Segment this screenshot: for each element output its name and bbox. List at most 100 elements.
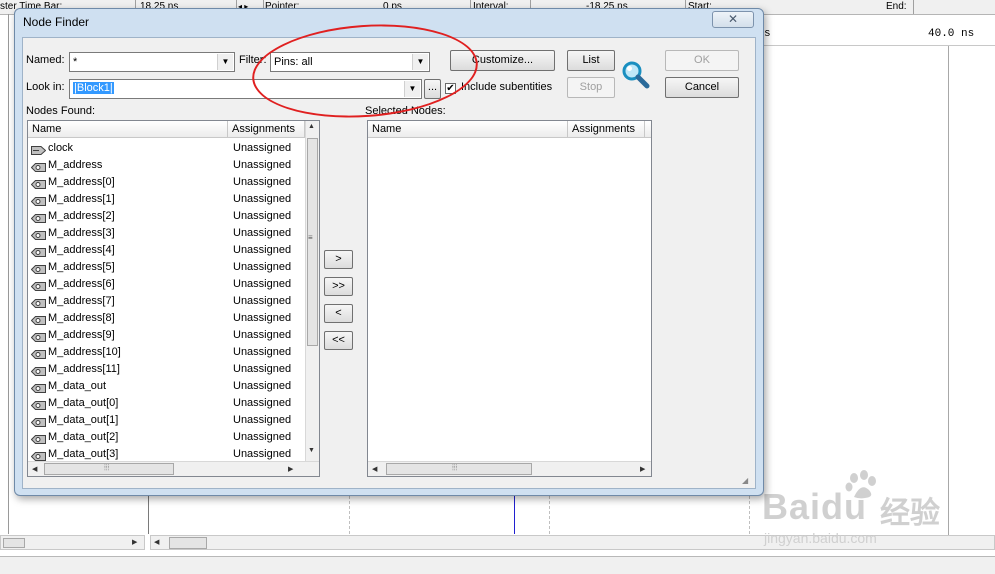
node-name: M_data_out[1] xyxy=(48,414,119,426)
node-pane-divider xyxy=(8,14,9,534)
output-pin-icon xyxy=(30,365,46,376)
output-pin-icon xyxy=(30,178,46,189)
ok-button[interactable]: OK xyxy=(665,50,739,71)
output-pin-icon xyxy=(30,297,46,308)
scroll-left-icon[interactable]: ◀ xyxy=(154,538,159,546)
node-name: M_data_out[2] xyxy=(48,431,119,443)
list-item[interactable]: M_data_out Unassigned xyxy=(28,378,305,395)
output-pin-icon xyxy=(30,229,46,240)
list-item[interactable]: M_address[9] Unassigned xyxy=(28,327,305,344)
nodes-found-hscrollbar[interactable]: ◀ ⦙⦙⦙ ▶ xyxy=(28,461,319,476)
node-name: M_address[0] xyxy=(48,176,115,188)
list-item[interactable]: M_data_out[0] Unassigned xyxy=(28,395,305,412)
scrollbar-thumb[interactable] xyxy=(169,537,207,549)
list-item[interactable]: M_address[5] Unassigned xyxy=(28,259,305,276)
grip-icon: ≡ xyxy=(308,233,313,242)
nodes-found-list[interactable]: Name Assignments clock Unassigned M_addres… xyxy=(27,120,320,477)
list-item[interactable]: M_address[6] Unassigned xyxy=(28,276,305,293)
time-cursor[interactable] xyxy=(514,496,515,534)
list-item[interactable]: M_address[11] Unassigned xyxy=(28,361,305,378)
node-assignment: Unassigned xyxy=(233,176,292,188)
grip-icon: ⦙⦙⦙ xyxy=(104,463,110,472)
list-item[interactable]: M_address[3] Unassigned xyxy=(28,225,305,242)
list-item[interactable]: M_address[2] Unassigned xyxy=(28,208,305,225)
column-header-overflow[interactable] xyxy=(645,121,651,138)
scroll-right-icon[interactable]: ▶ xyxy=(132,538,137,546)
search-icon xyxy=(621,60,651,90)
remove-all-button[interactable]: << xyxy=(324,331,353,350)
ruler-tick-label: s xyxy=(764,28,771,40)
waveform-gridline xyxy=(349,496,350,534)
node-name: M_address[7] xyxy=(48,295,115,307)
scroll-right-icon[interactable]: ▶ xyxy=(640,465,645,473)
list-item[interactable]: M_address[0] Unassigned xyxy=(28,174,305,191)
node-name: M_address[2] xyxy=(48,210,115,222)
column-header-assignments[interactable]: Assignments xyxy=(228,121,305,138)
node-assignment: Unassigned xyxy=(233,448,292,460)
list-button[interactable]: List xyxy=(567,50,615,71)
column-header-assignments[interactable]: Assignments xyxy=(568,121,645,138)
node-name: M_address[3] xyxy=(48,227,115,239)
add-all-button[interactable]: >> xyxy=(324,277,353,296)
node-assignment: Unassigned xyxy=(233,312,292,324)
output-pin-icon xyxy=(30,195,46,206)
node-pane-hscrollbar[interactable]: ▶ xyxy=(0,535,145,550)
node-assignment: Unassigned xyxy=(233,261,292,273)
scroll-left-icon[interactable]: ◀ xyxy=(32,465,37,473)
stop-button[interactable]: Stop xyxy=(567,77,615,98)
chevron-down-icon[interactable]: ▼ xyxy=(217,54,233,70)
node-assignment: Unassigned xyxy=(233,193,292,205)
column-header-name[interactable]: Name xyxy=(368,121,568,138)
scroll-down-icon[interactable]: ▼ xyxy=(308,447,315,454)
look-in-value: |Block1| xyxy=(73,82,114,94)
list-item[interactable]: M_data_out[1] Unassigned xyxy=(28,412,305,429)
list-item[interactable]: clock Unassigned xyxy=(28,140,305,157)
list-item[interactable]: M_address[10] Unassigned xyxy=(28,344,305,361)
node-name: M_data_out xyxy=(48,380,107,392)
list-item[interactable]: M_data_out[3] Unassigned xyxy=(28,446,305,461)
close-icon: ✕ xyxy=(727,12,739,26)
output-pin-icon xyxy=(30,246,46,257)
nodes-found-vscrollbar[interactable]: ▲ ≡ ▼ xyxy=(305,121,319,461)
cancel-button[interactable]: Cancel xyxy=(665,77,739,98)
column-header-name[interactable]: Name xyxy=(28,121,228,138)
output-pin-icon xyxy=(30,263,46,274)
list-item[interactable]: M_data_out[2] Unassigned xyxy=(28,429,305,446)
scroll-right-icon[interactable]: ▶ xyxy=(288,465,293,473)
scrollbar-thumb[interactable] xyxy=(307,138,318,346)
include-subentities-label: Include subentities xyxy=(461,81,553,93)
scrollbar-thumb[interactable] xyxy=(3,538,25,548)
list-item[interactable]: M_address[8] Unassigned xyxy=(28,310,305,327)
output-pin-icon xyxy=(30,280,46,291)
named-combo[interactable]: * ▼ xyxy=(69,52,235,72)
nodes-found-rows: clock Unassigned M_address Unassigned M_addr… xyxy=(28,140,305,461)
resize-grip-icon[interactable]: ◢ xyxy=(742,476,748,485)
dialog-title: Node Finder xyxy=(23,15,90,29)
remove-selected-button[interactable]: < xyxy=(324,304,353,323)
waveform-gridline xyxy=(549,496,550,534)
list-item[interactable]: M_address Unassigned xyxy=(28,157,305,174)
scrollbar-thumb[interactable] xyxy=(386,463,532,475)
add-selected-button[interactable]: > xyxy=(324,250,353,269)
transfer-buttons: > >> < << xyxy=(324,250,354,360)
list-item[interactable]: M_address[1] Unassigned xyxy=(28,191,305,208)
node-assignment: Unassigned xyxy=(233,363,292,375)
list-item[interactable]: M_address[4] Unassigned xyxy=(28,242,305,259)
close-button[interactable]: ✕ xyxy=(712,11,754,28)
node-assignment: Unassigned xyxy=(233,346,292,358)
node-name: M_address[8] xyxy=(48,312,115,324)
scroll-left-icon[interactable]: ◀ xyxy=(372,465,377,473)
list-item[interactable]: M_address[7] Unassigned xyxy=(28,293,305,310)
node-name: M_address[6] xyxy=(48,278,115,290)
output-pin-icon xyxy=(30,348,46,359)
scroll-up-icon[interactable]: ▲ xyxy=(308,123,315,130)
end-label: End: xyxy=(886,1,907,12)
node-assignment: Unassigned xyxy=(233,431,292,443)
status-strip xyxy=(0,556,995,574)
selected-nodes-hscrollbar[interactable]: ◀ ⦙⦙⦙ ▶ xyxy=(368,461,651,476)
node-assignment: Unassigned xyxy=(233,295,292,307)
watermark-brand-cn: 经验 xyxy=(880,497,940,530)
toolbar-divider xyxy=(913,0,914,14)
node-assignment: Unassigned xyxy=(233,227,292,239)
selected-nodes-list[interactable]: Name Assignments ◀ ⦙⦙⦙ ▶ xyxy=(367,120,652,477)
